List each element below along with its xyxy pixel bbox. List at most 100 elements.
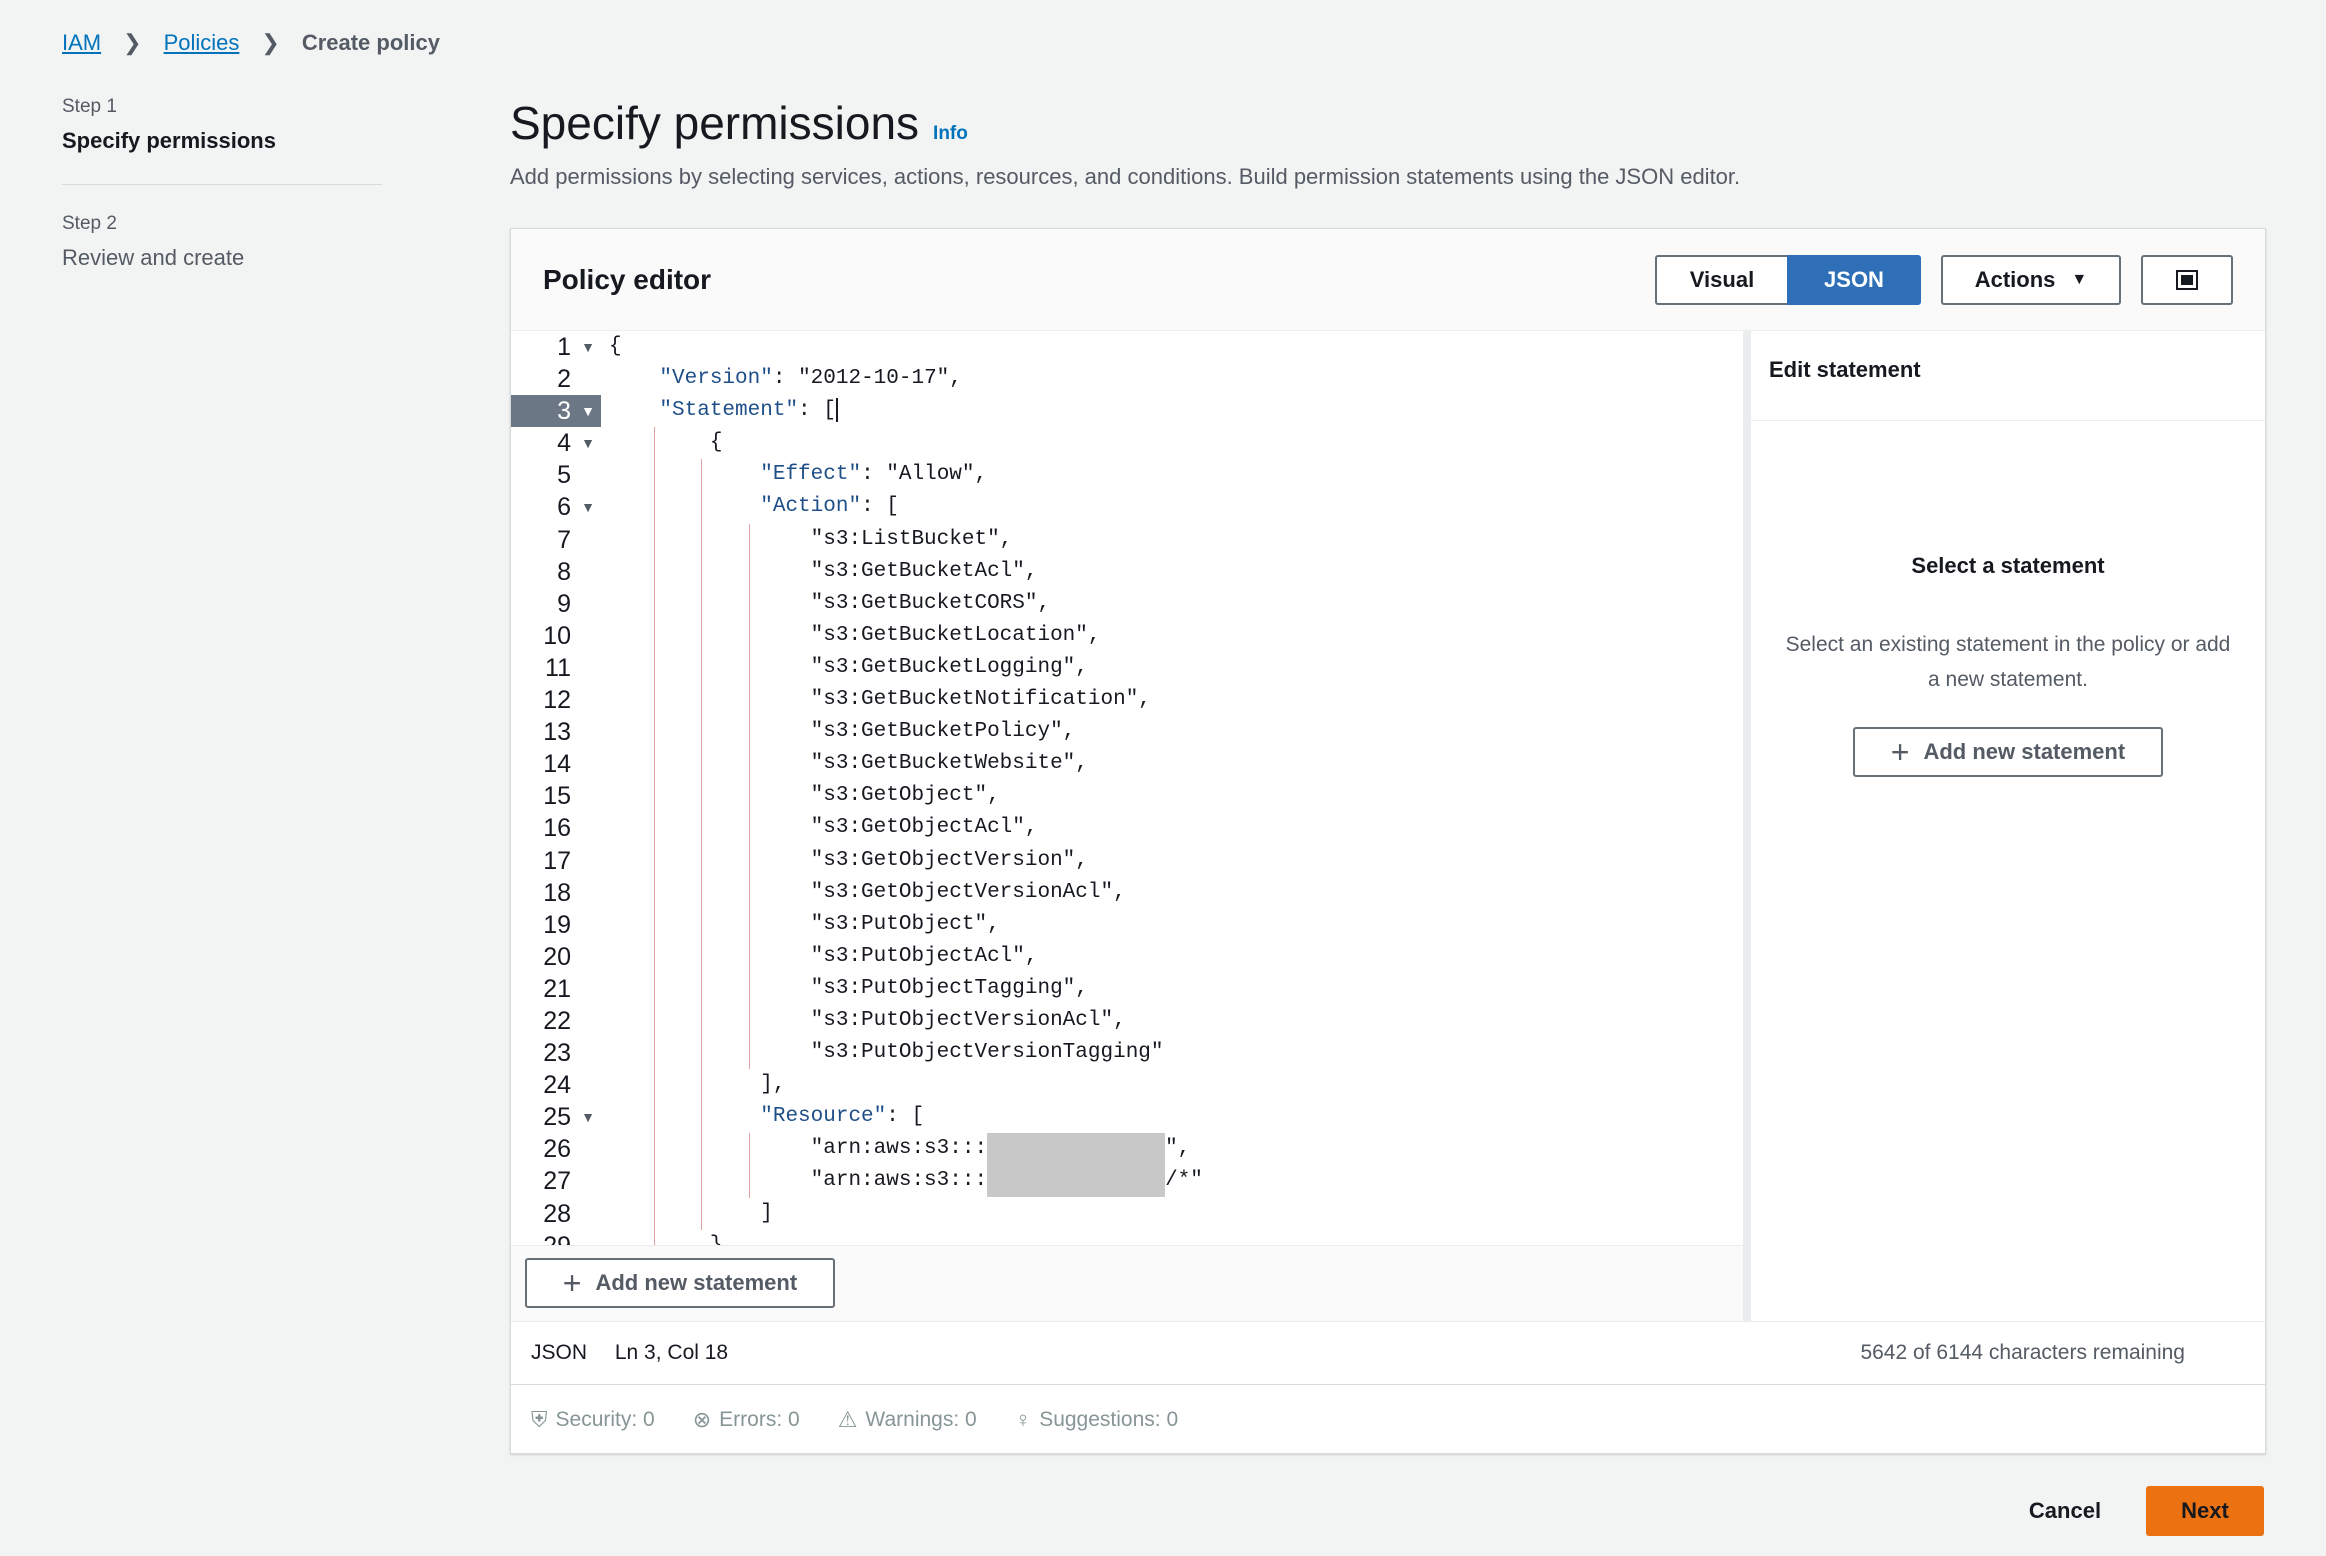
breadcrumb-current: Create policy <box>301 30 440 55</box>
step-number: Step 1 <box>62 96 117 117</box>
code-line: "s3:ListBucket", <box>609 523 1743 556</box>
code-line: "s3:GetBucketPolicy", <box>609 716 1743 749</box>
chevron-right-icon: ❯ <box>123 30 142 55</box>
code-line: { <box>609 427 1743 460</box>
code-line: "s3:GetBucketLocation", <box>609 619 1743 652</box>
line-number: 25 ▼ <box>511 1101 601 1133</box>
wizard-steps: Step 1 Specify permissions Step 2 Review… <box>62 96 382 271</box>
characters-remaining: 5642 of 6144 characters remaining <box>1860 1341 2185 1364</box>
line-number: 11 <box>545 653 571 682</box>
line-number-active: 3 ▼ <box>511 395 601 428</box>
shield-icon: ⛨ <box>531 1407 548 1432</box>
code-line: "s3:GetObject", <box>609 780 1743 813</box>
lightbulb-icon: ♀ <box>1014 1407 1032 1432</box>
line-number: 29 <box>511 1230 601 1245</box>
code-line: "s3:GetBucketWebsite", <box>609 748 1743 781</box>
code-line: "s3:PutObjectVersionAcl", <box>609 1004 1743 1038</box>
line-number: 9 <box>557 589 571 618</box>
actions-label: Actions <box>1974 266 2056 292</box>
editor-mode-toggle: Visual JSON <box>1655 254 1921 305</box>
code-line: "arn:aws:s3:::/*" <box>609 1165 1743 1198</box>
warnings-tab[interactable]: ⚠ Warnings: 0 <box>838 1407 977 1433</box>
side-add-new-statement-button[interactable]: + Add new statement <box>1853 727 2163 777</box>
line-number: 23 <box>543 1039 571 1068</box>
code-line: "s3:GetBucketNotification", <box>609 684 1743 717</box>
code-line: ] <box>609 1197 1743 1230</box>
info-link[interactable]: Info <box>933 123 968 145</box>
fullscreen-icon <box>2176 269 2198 290</box>
page-title: Specify permissions <box>510 97 920 149</box>
line-number: 17 <box>543 846 571 875</box>
policy-editor-title: Policy editor <box>543 263 712 295</box>
code-line: "s3:GetBucketAcl", <box>609 555 1743 588</box>
code-line: "s3:GetObjectVersion", <box>609 844 1743 877</box>
empty-state-title: Select a statement <box>1911 553 2105 578</box>
json-code-editor[interactable]: 1 ▼ 2 3 ▼ 4 ▼ 5 6 ▼ 7 8 9 10 11 12 13 14 15 … <box>511 331 1743 1245</box>
line-number: 28 <box>543 1199 571 1228</box>
line-number: 1 ▼ <box>511 331 601 363</box>
fold-arrow-icon[interactable]: ▼ <box>581 395 595 427</box>
code-line: "Effect": "Allow", <box>609 459 1743 492</box>
code-line-active: "Statement": [ <box>659 397 838 423</box>
line-number: 24 <box>543 1071 571 1100</box>
line-number: 10 <box>543 621 571 650</box>
line-number: 7 <box>557 525 571 554</box>
code-line: "arn:aws:s3::: ", <box>609 1133 1743 1166</box>
text-cursor <box>835 397 838 422</box>
line-number: 16 <box>543 814 571 843</box>
chevron-right-icon: ❯ <box>261 30 280 55</box>
line-number: 15 <box>543 782 571 811</box>
code-line: { <box>609 335 622 358</box>
policy-editor-panel: Policy editor Visual JSON Actions ▼ 1 ▼ 2… <box>510 228 2266 1454</box>
line-number-gutter: 1 ▼ 2 3 ▼ 4 ▼ 5 6 ▼ 7 8 9 10 11 12 13 14 15 … <box>511 331 601 1245</box>
code-line: "s3:PutObjectTagging", <box>609 972 1743 1005</box>
code-line: "s3:PutObject", <box>609 908 1743 941</box>
suggestions-tab[interactable]: ♀ Suggestions: 0 <box>1015 1407 1178 1433</box>
security-tab[interactable]: ⛨ Security: 0 <box>531 1407 655 1433</box>
line-number: 18 <box>543 878 571 907</box>
caret-down-icon: ▼ <box>2071 270 2088 288</box>
status-language: JSON <box>531 1341 588 1364</box>
edit-statement-panel: Edit statement Select a statement Select… <box>1751 331 2265 1321</box>
code-line: } <box>609 1229 1743 1245</box>
step-divider <box>62 184 382 185</box>
code-line: ], <box>609 1069 1743 1102</box>
fold-arrow-icon[interactable]: ▼ <box>581 427 595 459</box>
edit-statement-title: Edit statement <box>1751 331 2265 421</box>
code-line: "s3:GetBucketLogging", <box>609 651 1743 685</box>
line-number: 5 <box>557 461 571 490</box>
panel-resize-handle[interactable] <box>1743 331 1751 1321</box>
code-line: "s3:PutObjectAcl", <box>609 940 1743 973</box>
visual-mode-button[interactable]: Visual <box>1655 254 1787 305</box>
actions-dropdown[interactable]: Actions ▼ <box>1941 254 2121 305</box>
policy-editor-header: Policy editor Visual JSON Actions ▼ <box>511 229 2265 331</box>
line-number: 20 <box>543 942 571 971</box>
empty-state: Select a statement Select an existing st… <box>1751 553 2265 777</box>
code-line: "s3:GetBucketCORS", <box>609 587 1743 620</box>
breadcrumb-policies-link[interactable]: Policies <box>164 30 240 56</box>
line-number: 26 <box>543 1135 571 1164</box>
line-number: 8 <box>557 557 571 586</box>
breadcrumb-iam-link[interactable]: IAM <box>62 30 101 56</box>
code-line: "Resource": [ <box>609 1101 1743 1134</box>
error-circle-icon: ⊗ <box>692 1407 712 1432</box>
fullscreen-button[interactable] <box>2141 254 2233 305</box>
line-number: 13 <box>543 718 571 747</box>
line-number: 6 ▼ <box>511 491 601 523</box>
validation-summary: ⛨ Security: 0 ⊗ Errors: 0 ⚠ Warnings: 0 … <box>511 1385 2265 1455</box>
code-line: "s3:PutObjectVersionTagging" <box>609 1037 1743 1070</box>
breadcrumb: IAM ❯ Policies ❯ Create policy <box>62 30 440 56</box>
line-number: 4 ▼ <box>511 427 601 459</box>
json-mode-button[interactable]: JSON <box>1787 254 1921 305</box>
fold-arrow-icon[interactable]: ▼ <box>581 1101 595 1133</box>
errors-tab[interactable]: ⊗ Errors: 0 <box>693 1407 800 1433</box>
page-description: Add permissions by selecting services, a… <box>510 164 1741 189</box>
code-line: "Action": [ <box>609 491 1743 524</box>
fold-arrow-icon[interactable]: ▼ <box>581 331 595 363</box>
cancel-button[interactable]: Cancel <box>2010 1486 2120 1536</box>
next-button[interactable]: Next <box>2146 1486 2264 1536</box>
warning-triangle-icon: ⚠ <box>837 1407 858 1432</box>
fold-arrow-icon[interactable]: ▼ <box>581 491 595 523</box>
add-new-statement-button[interactable]: + Add new statement <box>525 1258 835 1308</box>
code-lines: { "Version": "2012-10-17", "Statement": … <box>609 331 1743 1245</box>
